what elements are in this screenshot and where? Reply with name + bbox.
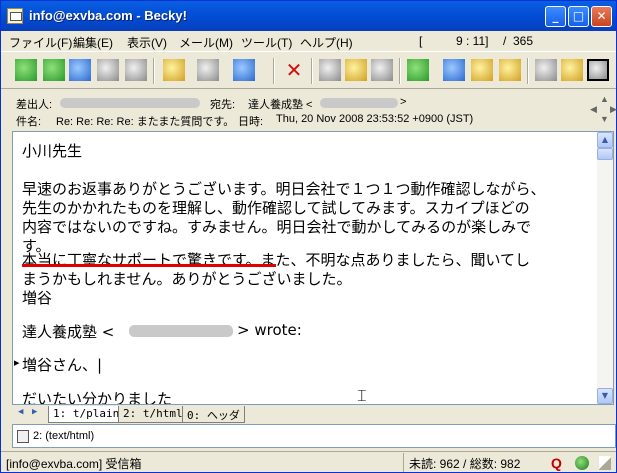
from-label: 差出人: xyxy=(16,99,53,111)
note-icon[interactable] xyxy=(471,59,493,81)
compose-icon[interactable] xyxy=(163,59,185,81)
reply-icon[interactable] xyxy=(197,59,219,81)
toolbar: ✕ xyxy=(1,51,616,89)
menu-bar: ファイル(F) 編集(E) 表示(V) メール(M) ツール(T) ヘルプ(H)… xyxy=(1,31,616,51)
address-book-icon[interactable] xyxy=(443,59,465,81)
to-close: > xyxy=(400,96,407,108)
tab-prev-icon[interactable]: ◀ xyxy=(18,407,23,417)
sync-icon[interactable] xyxy=(97,59,119,81)
tab-next-icon[interactable]: ▶ xyxy=(32,407,37,417)
properties-icon[interactable] xyxy=(371,59,393,81)
check-mail-icon[interactable] xyxy=(15,59,37,81)
body-line: 早速のお返事ありがとうございます。明日会社で１つ１つ動作確認しながら、 xyxy=(22,180,546,198)
position-total: 365 xyxy=(513,34,534,48)
forward-icon[interactable] xyxy=(233,59,255,81)
minimize-button[interactable]: _ xyxy=(545,6,566,27)
position-current: 9 : 11] xyxy=(456,34,489,48)
toolbar-separator xyxy=(273,58,275,84)
status-divider xyxy=(403,453,404,472)
menu-file[interactable]: ファイル(F) xyxy=(9,34,72,51)
toolbar-separator xyxy=(399,58,401,84)
window-title: info@exvba.com - Becky! xyxy=(29,8,187,23)
menu-tools[interactable]: ツール(T) xyxy=(241,34,292,51)
toolbar-separator xyxy=(311,58,313,84)
quote-marker: ▸ xyxy=(14,356,20,369)
main-window: info@exvba.com - Becky! _ □ ✕ ファイル(F) 編集… xyxy=(0,0,617,473)
body-line: 内容ではないのですね。すみません。明日会社で動かしてみるのが楽しみで xyxy=(22,218,532,236)
title-bar[interactable]: info@exvba.com - Becky! _ □ ✕ xyxy=(1,1,616,31)
pencil-icon[interactable] xyxy=(345,59,367,81)
status-unread: 未読: 962 / 総数: 982 xyxy=(409,457,521,471)
body-line: まうかもしれません。ありがとうございました。 xyxy=(22,270,352,288)
tab-html[interactable]: 2: t/html xyxy=(118,406,188,423)
new-mail-indicator-icon[interactable] xyxy=(587,59,609,81)
html-file-icon[interactable] xyxy=(17,430,29,443)
computer-icon[interactable] xyxy=(125,59,147,81)
send-icon[interactable] xyxy=(69,59,91,81)
menu-help[interactable]: ヘルプ(H) xyxy=(300,34,353,51)
from-redacted xyxy=(60,98,200,108)
subject-value: Re: Re: Re: Re: またまた質問です。 xyxy=(56,116,235,128)
scroll-up-button[interactable]: ▲ xyxy=(597,132,613,148)
to-value[interactable]: 達人養成塾 < xyxy=(248,96,312,112)
toolbar-separator xyxy=(153,58,155,84)
body-line: 増谷さん、| xyxy=(22,356,103,374)
tree-icon[interactable] xyxy=(319,59,341,81)
status-bar: [info@exvba.com] 受信箱 未読: 962 / 総数: 982 Q xyxy=(1,451,616,472)
mouse-cursor-icon: ⌶ xyxy=(357,386,367,405)
resize-grip-icon[interactable] xyxy=(599,456,611,470)
position-slash: / xyxy=(503,34,507,48)
to-label: 宛先: xyxy=(210,99,236,111)
vertical-scrollbar[interactable]: ▲ ▼ xyxy=(597,132,613,404)
attachment-label[interactable]: 2: (text/html) xyxy=(33,430,94,442)
toolbar-separator xyxy=(527,58,529,84)
subject-label: 件名: xyxy=(16,116,42,128)
message-body[interactable]: 小川先生 早速のお返事ありがとうございます。明日会社で１つ１つ動作確認しながら、… xyxy=(12,131,614,405)
date-value: Thu, 20 Nov 2008 23:53:52 +0900 (JST) xyxy=(276,113,474,125)
to-redacted xyxy=(320,98,398,108)
wrote-suffix: > wrote: xyxy=(237,321,302,339)
open-folder-icon[interactable] xyxy=(561,59,583,81)
app-icon[interactable] xyxy=(7,8,23,24)
menu-view[interactable]: 表示(V) xyxy=(127,34,167,51)
date-label: 日時: xyxy=(238,116,264,128)
q-icon[interactable]: Q xyxy=(551,455,562,471)
delete-icon[interactable]: ✕ xyxy=(283,59,305,81)
highlight-underline xyxy=(22,264,276,267)
content-tabs: ◀ ▶ 1: t/plain 2: t/html 0: ヘッダ xyxy=(12,405,616,424)
body-line: だいたい分かりました xyxy=(22,390,173,405)
maximize-button[interactable]: □ xyxy=(568,6,589,27)
header-nav-arrows-icon[interactable]: ▲ ◀ ▶ ▼ xyxy=(590,94,617,124)
message-header: 差出人: 宛先: 達人養成塾 < > 件名: Re: Re: Re: Re: ま… xyxy=(12,92,617,129)
tab-header[interactable]: 0: ヘッダ xyxy=(182,406,245,423)
filter-icon[interactable] xyxy=(407,59,429,81)
status-account: [info@exvba.com] 受信箱 xyxy=(6,457,142,471)
close-button[interactable]: ✕ xyxy=(591,6,612,27)
globe-icon[interactable] xyxy=(575,456,589,470)
tab-plain[interactable]: 1: t/plain xyxy=(48,406,125,423)
scroll-thumb[interactable] xyxy=(597,148,613,160)
folder-icon[interactable] xyxy=(535,59,557,81)
body-line: 先生のかかれたものを理解し、動作確認して試してみます。スカイプほどの xyxy=(22,199,530,217)
menu-mail[interactable]: メール(M) xyxy=(179,34,233,51)
edit-note-icon[interactable] xyxy=(499,59,521,81)
attachment-pane: 2: (text/html) xyxy=(12,424,616,448)
body-line: 増谷 xyxy=(22,289,53,307)
body-line: 小川先生 xyxy=(22,142,83,160)
receive-icon[interactable] xyxy=(43,59,65,81)
scroll-down-button[interactable]: ▼ xyxy=(597,388,613,404)
body-line: 達人養成塾 < xyxy=(22,323,115,341)
position-open: [ xyxy=(419,34,423,48)
menu-edit[interactable]: 編集(E) xyxy=(73,34,113,51)
sender-redacted xyxy=(129,325,233,337)
